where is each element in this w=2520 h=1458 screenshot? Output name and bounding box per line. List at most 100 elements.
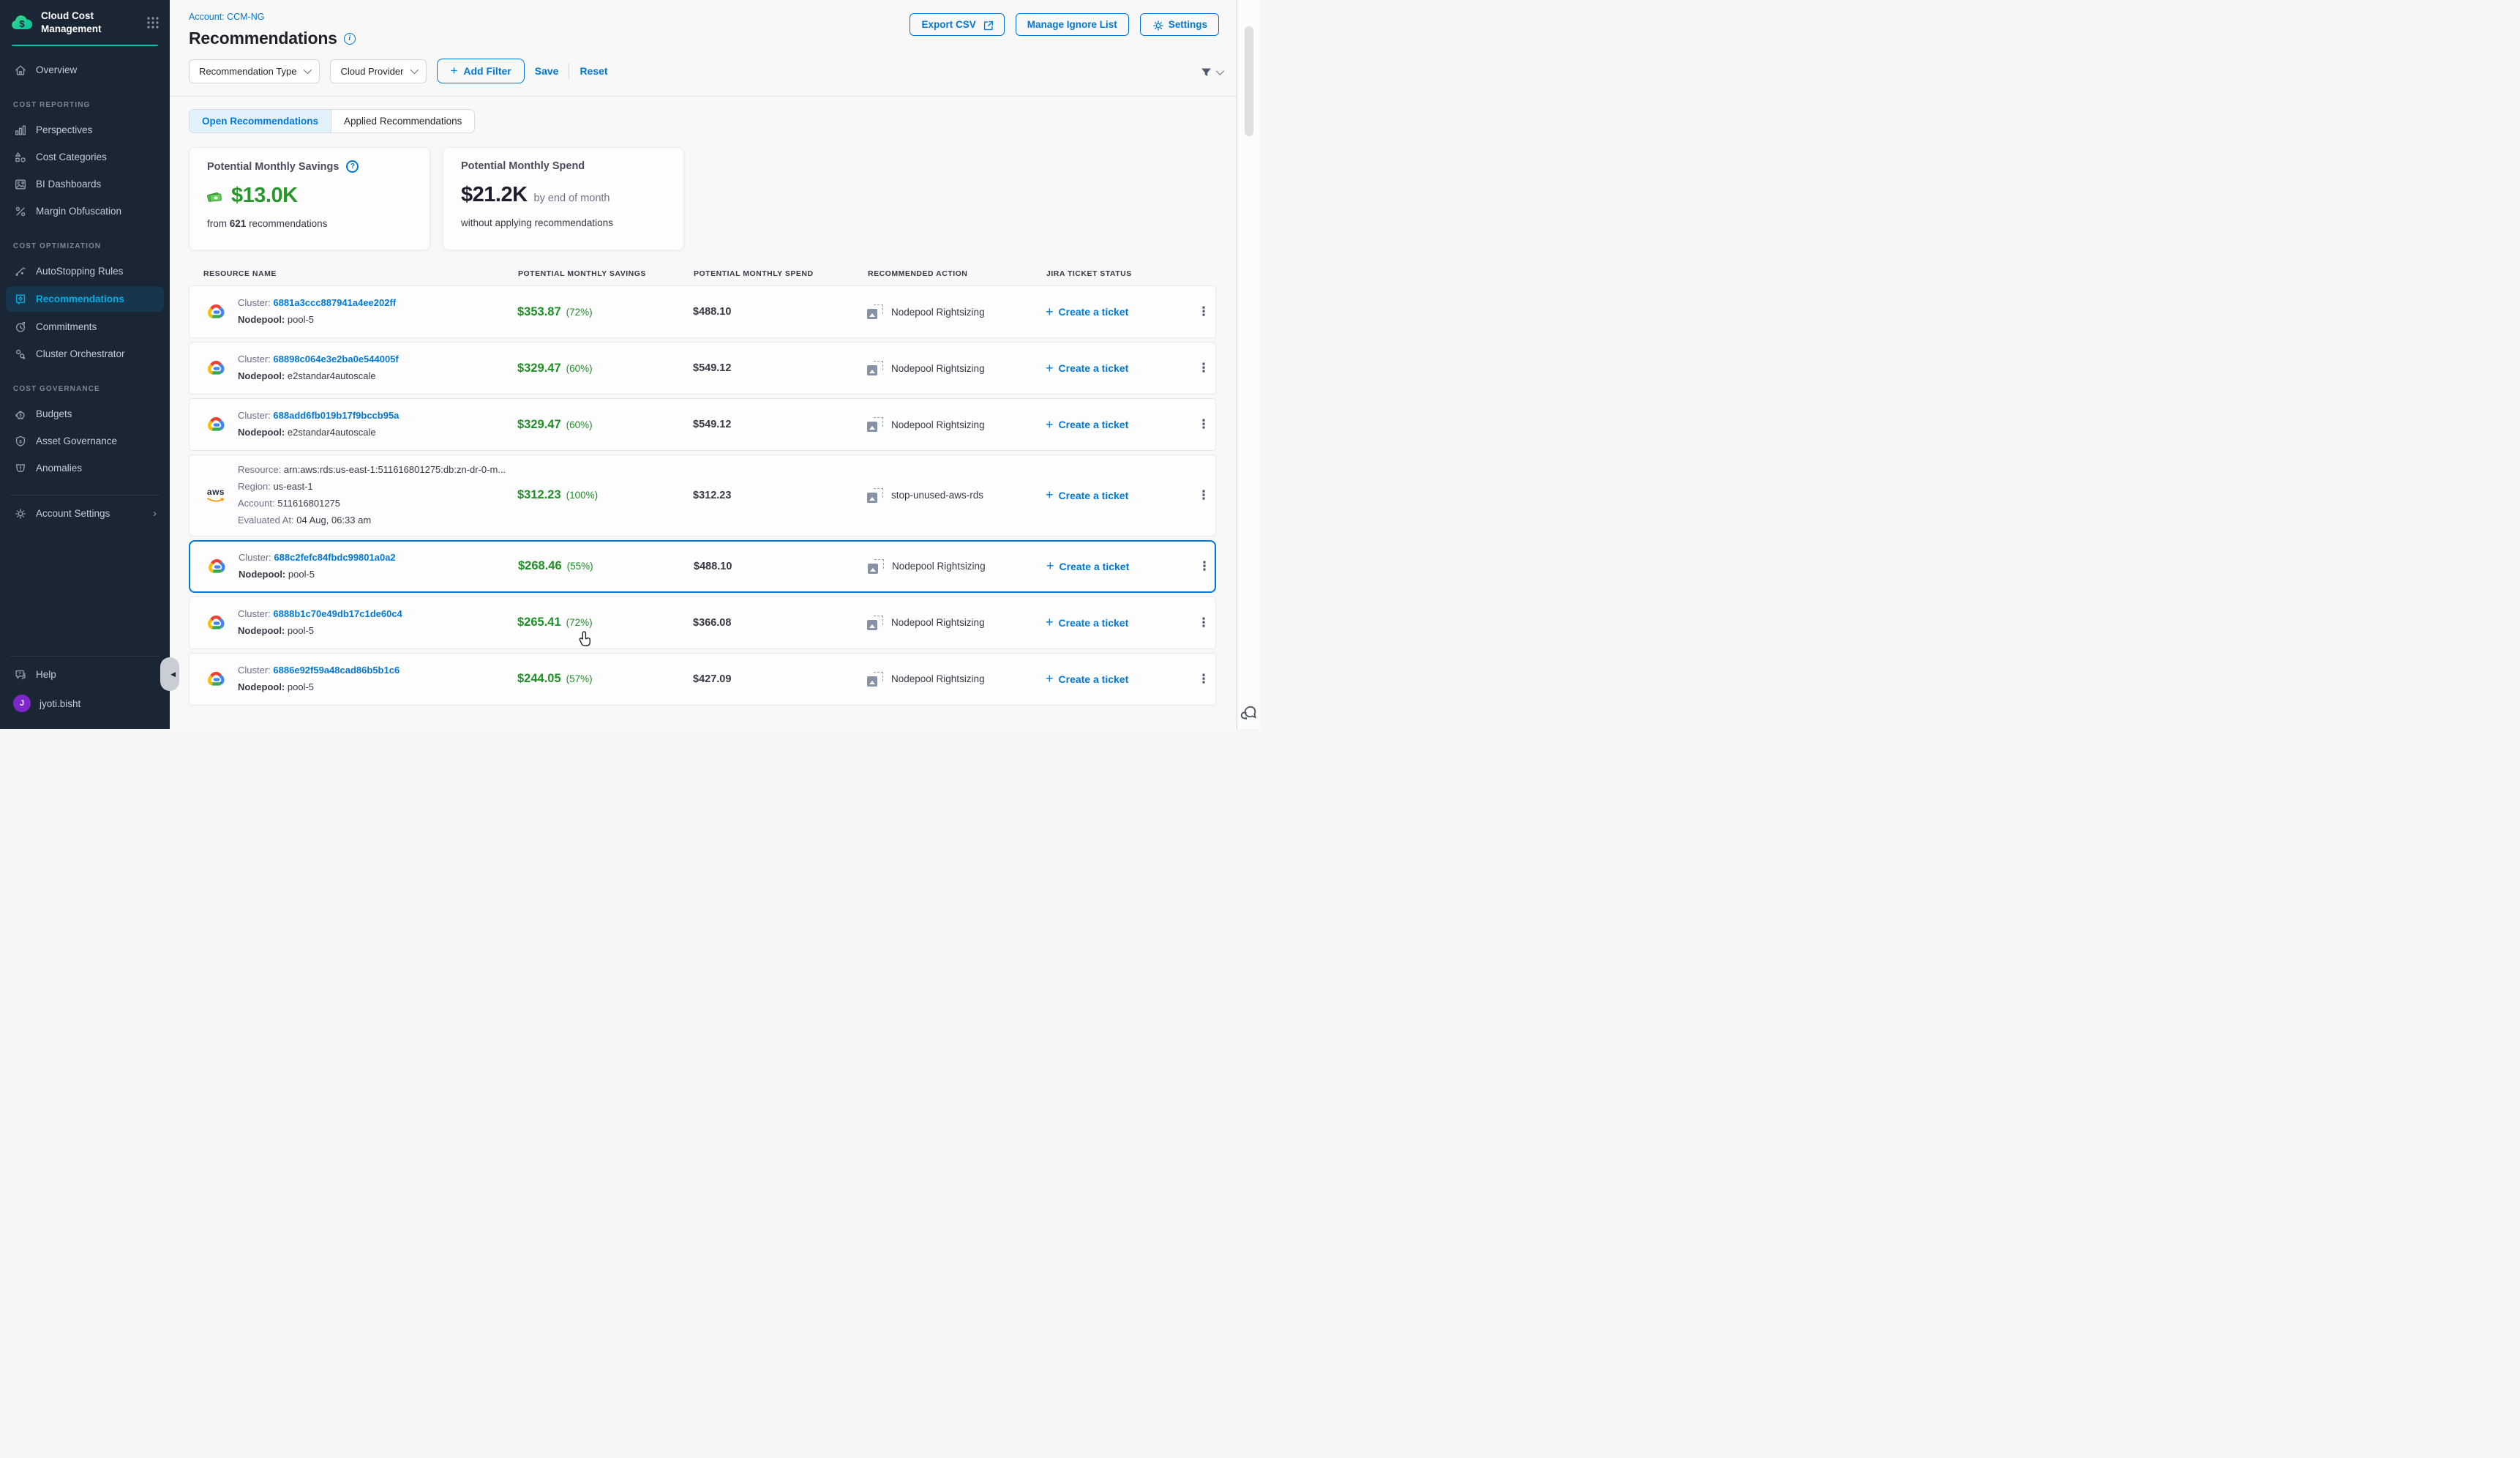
recommended-action: stop-unused-aws-rds	[867, 488, 1046, 503]
brand-title: Cloud Cost Management	[41, 10, 139, 35]
sidebar-item-asset-governance[interactable]: $Asset Governance	[0, 427, 170, 455]
sidebar-nav: OverviewCOST REPORTINGPerspectivesCost C…	[0, 46, 170, 729]
recommended-action: Nodepool Rightsizing	[867, 616, 1046, 630]
sidebar-item-bi-dashboards[interactable]: BI Dashboards	[0, 171, 170, 198]
sidebar-item-overview[interactable]: Overview	[0, 56, 170, 83]
create-ticket-button[interactable]: +Create a ticket	[1046, 304, 1192, 320]
sidebar-item-help[interactable]: ? Help	[0, 661, 170, 688]
sidebar-header: $ Cloud Cost Management	[0, 0, 170, 43]
create-ticket-button[interactable]: +Create a ticket	[1046, 487, 1192, 503]
scrollbar[interactable]	[1237, 0, 1260, 729]
recommendation-type-dropdown[interactable]: Recommendation Type	[189, 59, 320, 83]
resource-line: Nodepool: e2standar4autoscale	[238, 427, 399, 438]
rightsizing-icon	[867, 488, 883, 503]
resource-cell: aws Resource: arn:aws:rds:us-east-1:5116…	[190, 465, 517, 526]
chat-support-icon[interactable]	[1240, 704, 1259, 723]
row-menu-kebab-icon[interactable]: ⋮	[1192, 616, 1215, 630]
gcp-cloud-icon	[204, 416, 228, 433]
plus-icon: +	[1046, 671, 1054, 687]
resource-link[interactable]: 6881a3ccc887941a4ee202ff	[273, 297, 396, 308]
resource-line: Cluster: 68898c064e3e2ba0e544005f	[238, 354, 399, 365]
create-ticket-button[interactable]: +Create a ticket	[1046, 361, 1192, 376]
row-menu-kebab-icon[interactable]: ⋮	[1192, 361, 1215, 375]
savings-note: from 621 recommendations	[207, 218, 412, 229]
table-row[interactable]: Cluster: 688add6fb019b17f9bccb95a Nodepo…	[189, 398, 1216, 451]
plus-icon: +	[1046, 304, 1054, 320]
resource-link[interactable]: 688c2fefc84fbdc99801a0a2	[274, 552, 395, 563]
resource-line: Cluster: 6888b1c70e49db17c1de60c4	[238, 609, 402, 620]
section-label-cost-reporting: COST REPORTING	[0, 83, 170, 116]
create-ticket-button[interactable]: +Create a ticket	[1046, 615, 1192, 630]
rightsizing-icon	[867, 304, 883, 319]
user-menu[interactable]: J jyoti.bisht	[0, 688, 170, 719]
save-filter-button[interactable]: Save	[535, 65, 559, 77]
resource-link[interactable]: 68898c064e3e2ba0e544005f	[273, 354, 398, 364]
sidebar-item-commitments[interactable]: Commitments	[0, 313, 170, 340]
help-circle-icon[interactable]: ?	[346, 160, 359, 173]
scrollbar-thumb[interactable]	[1245, 26, 1253, 136]
reset-filter-button[interactable]: Reset	[580, 65, 607, 77]
create-ticket-button[interactable]: +Create a ticket	[1046, 671, 1192, 687]
sidebar-item-autostopping-rules[interactable]: AutoStopping Rules	[0, 258, 170, 285]
export-csv-button[interactable]: Export CSV	[910, 13, 1004, 36]
sidebar-item-budgets[interactable]: $Budgets	[0, 400, 170, 427]
table-row[interactable]: Cluster: 6881a3ccc887941a4ee202ff Nodepo…	[189, 285, 1216, 338]
sidebar-item-perspectives[interactable]: Perspectives	[0, 116, 170, 143]
row-menu-kebab-icon[interactable]: ⋮	[1192, 417, 1215, 432]
resource-value: 04 Aug, 06:33 am	[296, 515, 371, 526]
resource-link[interactable]: 688add6fb019b17f9bccb95a	[273, 410, 399, 421]
resource-value: pool-5	[288, 625, 314, 636]
sidebar-item-recommendations[interactable]: Recommendations	[6, 286, 164, 312]
funnel-icon	[1200, 66, 1212, 78]
rightsizing-icon	[867, 417, 883, 432]
gear-icon	[1152, 19, 1163, 30]
resource-link[interactable]: 6886e92f59a48cad86b5b1c6	[273, 665, 400, 676]
resource-line: Cluster: 6886e92f59a48cad86b5b1c6	[238, 665, 400, 676]
row-menu-kebab-icon[interactable]: ⋮	[1193, 559, 1216, 574]
manage-ignore-list-button[interactable]: Manage Ignore List	[1016, 13, 1129, 36]
rightsizing-icon	[867, 672, 883, 687]
username: jyoti.bisht	[40, 698, 80, 709]
filter-panel-toggle[interactable]	[1200, 66, 1222, 78]
cloud-provider-dropdown[interactable]: Cloud Provider	[330, 59, 427, 83]
resource-link[interactable]: 6888b1c70e49db17c1de60c4	[273, 608, 402, 619]
resource-line: Region: us-east-1	[238, 482, 506, 493]
table-row[interactable]: Cluster: 68898c064e3e2ba0e544005f Nodepo…	[189, 342, 1216, 395]
potential-savings-value: $329.47(60%)	[517, 418, 693, 432]
sidebar-item-cost-categories[interactable]: Cost Categories	[0, 143, 170, 171]
potential-savings-value: $265.41(72%)	[517, 616, 693, 629]
piggy-bank-icon: $	[13, 407, 27, 421]
row-menu-kebab-icon[interactable]: ⋮	[1192, 304, 1215, 319]
table-row[interactable]: aws Resource: arn:aws:rds:us-east-1:5116…	[189, 455, 1216, 537]
row-menu-kebab-icon[interactable]: ⋮	[1192, 672, 1215, 687]
col-resource-name: RESOURCE NAME	[189, 269, 518, 278]
divider	[10, 495, 160, 496]
sidebar-item-account-settings[interactable]: Account Settings ›	[0, 500, 170, 527]
spend-note: without applying recommendations	[461, 217, 666, 228]
potential-savings-value: $244.05(57%)	[517, 672, 693, 686]
create-ticket-button[interactable]: +Create a ticket	[1046, 558, 1193, 574]
row-menu-kebab-icon[interactable]: ⋮	[1192, 488, 1215, 503]
info-icon[interactable]: i	[344, 33, 356, 45]
plus-icon: +	[1046, 558, 1054, 574]
potential-savings-value: $329.47(60%)	[517, 362, 693, 375]
tab-open-recommendations[interactable]: Open Recommendations	[190, 110, 331, 132]
table-row[interactable]: Cluster: 688c2fefc84fbdc99801a0a2 Nodepo…	[189, 540, 1216, 593]
resource-line: Nodepool: pool-5	[238, 315, 396, 326]
add-filter-button[interactable]: + Add Filter	[437, 59, 524, 83]
tab-applied-recommendations[interactable]: Applied Recommendations	[331, 110, 474, 132]
settings-button[interactable]: Settings	[1140, 13, 1219, 36]
sidebar-collapse-handle[interactable]: ◀	[160, 657, 179, 691]
sidebar-item-margin-obfuscation[interactable]: Margin Obfuscation	[0, 198, 170, 225]
svg-text:$: $	[19, 414, 22, 418]
table-row[interactable]: Cluster: 6888b1c70e49db17c1de60c4 Nodepo…	[189, 597, 1216, 649]
app-switcher-icon[interactable]	[146, 16, 160, 29]
main-content: Account: CCM-NG Recommendations i Export…	[170, 0, 1260, 729]
savings-card-title: Potential Monthly Savings	[207, 161, 339, 173]
table-row[interactable]: Cluster: 6886e92f59a48cad86b5b1c6 Nodepo…	[189, 653, 1216, 706]
sidebar-item-cluster-orchestrator[interactable]: Cluster Orchestrator	[0, 340, 170, 367]
create-ticket-button[interactable]: +Create a ticket	[1046, 417, 1192, 433]
recommendations-icon	[13, 292, 27, 306]
sidebar-item-anomalies[interactable]: Anomalies	[0, 455, 170, 482]
resource-line: Nodepool: pool-5	[239, 569, 396, 580]
